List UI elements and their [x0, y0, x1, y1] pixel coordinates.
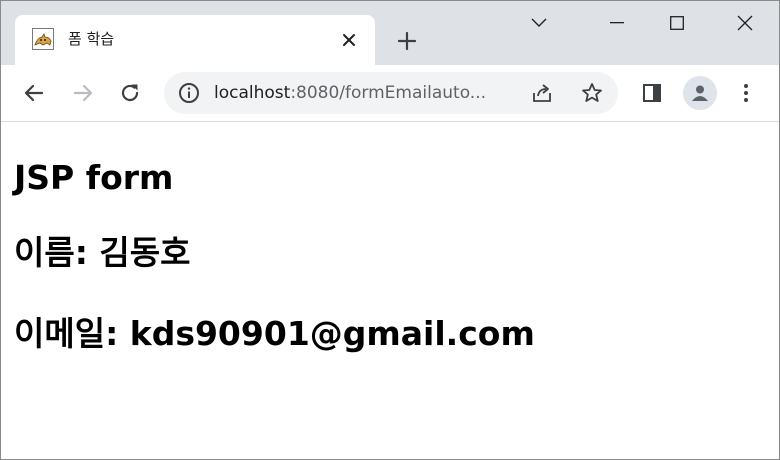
- tomcat-favicon-icon: [32, 28, 54, 50]
- minimize-icon[interactable]: [587, 1, 647, 45]
- profile-icon[interactable]: [683, 76, 717, 110]
- close-icon[interactable]: [337, 28, 361, 52]
- maximize-icon[interactable]: [647, 1, 707, 45]
- window-close-icon[interactable]: [715, 1, 775, 45]
- tab-strip: 폼 학습: [1, 1, 779, 65]
- email-output: 이메일: kds90901@gmail.com: [14, 314, 535, 353]
- address-bar[interactable]: localhost:8080/formEmailauto...: [164, 72, 618, 114]
- tab-title: 폼 학습: [68, 30, 115, 48]
- url-path: :8080/formEmailauto...: [290, 83, 487, 103]
- active-tab[interactable]: 폼 학습: [15, 15, 375, 65]
- share-icon[interactable]: [530, 81, 554, 105]
- plus-icon[interactable]: [393, 27, 421, 55]
- browser-toolbar: localhost:8080/formEmailauto...: [1, 65, 779, 122]
- star-icon[interactable]: [580, 81, 604, 105]
- page-content: JSP form 이름: 김동호 이메일: kds90901@gmail.com: [1, 122, 779, 459]
- reload-icon[interactable]: [114, 77, 146, 109]
- page-title: JSP form: [14, 158, 174, 197]
- side-panel-icon[interactable]: [636, 77, 668, 109]
- arrow-right-icon[interactable]: [67, 77, 99, 109]
- arrow-left-icon[interactable]: [18, 77, 50, 109]
- kebab-menu-icon[interactable]: [730, 77, 762, 109]
- browser-window: 폼 학습 localhost:8080/formEmailauto... JSP…: [0, 0, 780, 460]
- name-output: 이름: 김동호: [14, 233, 191, 272]
- info-icon[interactable]: [178, 82, 200, 104]
- url-host: localhost: [214, 83, 291, 103]
- url-text[interactable]: localhost:8080/formEmailauto...: [214, 82, 486, 104]
- chevron-down-icon[interactable]: [509, 1, 569, 45]
